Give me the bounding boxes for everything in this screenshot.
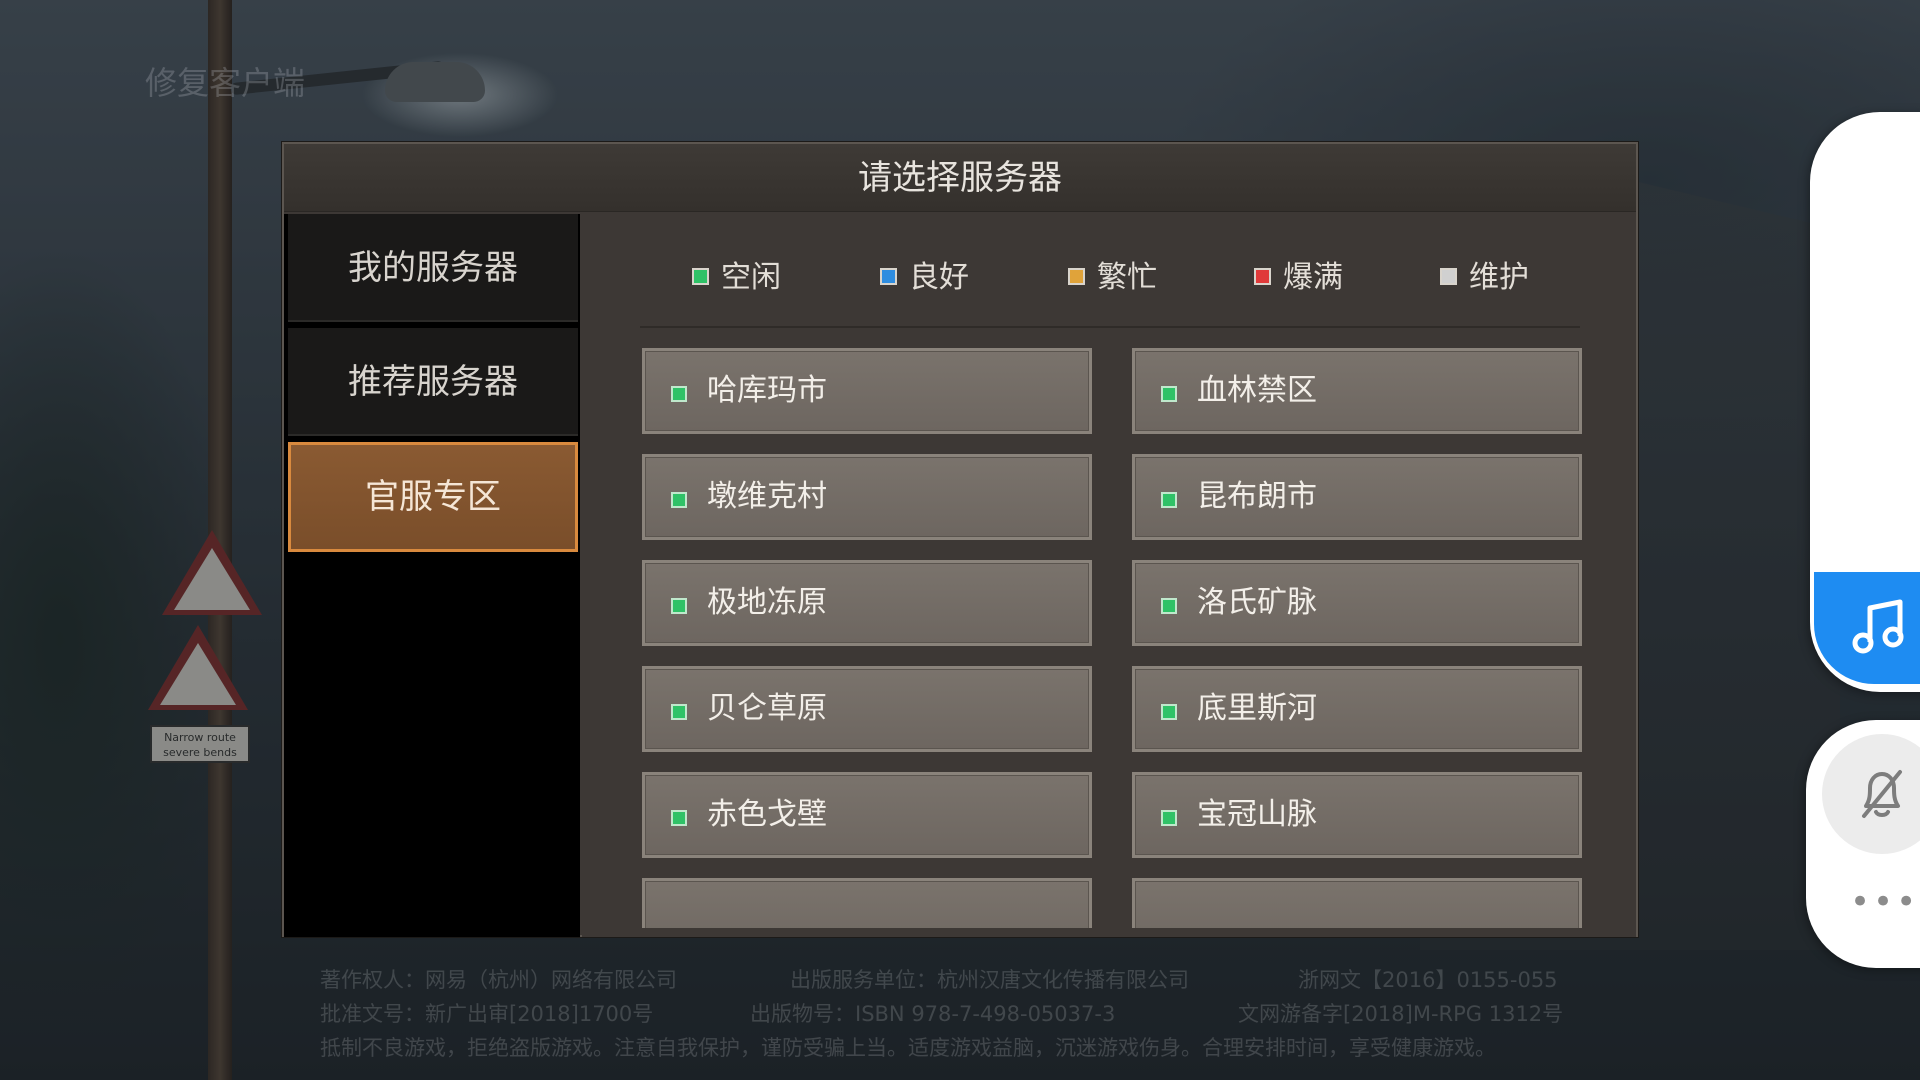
footer-health-notice: 抵制不良游戏，拒绝盗版游戏。注意自我保护，谨防受骗上当。适度游戏益脑，沉迷游戏伤… <box>320 1036 1496 1060</box>
server-name: 哈库玛市 <box>707 373 827 408</box>
server-button[interactable]: 底里斯河 <box>1132 666 1582 752</box>
idle-status-icon <box>1161 704 1177 720</box>
legend-full: 爆满 <box>1254 258 1343 298</box>
server-button[interactable]: 赤色戈壁 <box>642 772 1092 858</box>
more-dots-icon: ••• <box>1850 882 1920 922</box>
repair-client-link[interactable]: 修复客户端 <box>145 58 305 104</box>
legend-full-label: 爆满 <box>1283 260 1343 295</box>
idle-status-icon <box>1161 386 1177 402</box>
music-note-icon <box>1852 599 1904 654</box>
menu-my-servers[interactable]: 我的服务器 <box>288 214 578 322</box>
status-legend: 空闲 良好 繁忙 爆满 维护 <box>582 214 1636 340</box>
server-name: 贝仑草原 <box>707 691 827 726</box>
legal-footer: 著作权人：网易（杭州）网络有限公司 出版服务单位：杭州汉唐文化传播有限公司 浙网… <box>0 952 1920 1080</box>
legend-maintenance-label: 维护 <box>1469 260 1529 295</box>
good-status-icon <box>880 268 897 285</box>
idle-status-icon <box>671 386 687 402</box>
legend-busy: 繁忙 <box>1068 258 1157 298</box>
legend-idle-label: 空闲 <box>721 260 781 295</box>
legend-good: 良好 <box>880 258 969 298</box>
footer-copyright: 著作权人：网易（杭州）网络有限公司 <box>320 968 677 992</box>
server-button[interactable]: 宝冠山脉 <box>1132 772 1582 858</box>
full-status-icon <box>1254 268 1271 285</box>
dialog-title: 请选择服务器 <box>284 144 1636 212</box>
server-button[interactable]: 极地冻原 <box>642 560 1092 646</box>
footer-record: 文网游备字[2018]M-RPG 1312号 <box>1238 1002 1564 1026</box>
server-name: 墩维克村 <box>707 479 827 514</box>
server-name: 洛氏矿脉 <box>1197 585 1317 620</box>
footer-isbn: 出版物号：ISBN 978-7-498-05037-3 <box>750 1002 1116 1026</box>
busy-status-icon <box>1068 268 1085 285</box>
idle-status-icon <box>671 704 687 720</box>
server-button[interactable]: 哈库玛市 <box>642 348 1092 434</box>
idle-status-icon <box>1161 598 1177 614</box>
idle-status-icon <box>1161 810 1177 826</box>
idle-status-icon <box>671 492 687 508</box>
server-name: 昆布朗市 <box>1197 479 1317 514</box>
legend-idle: 空闲 <box>692 258 781 298</box>
server-name: 底里斯河 <box>1197 691 1317 726</box>
server-category-menu: 我的服务器 推荐服务器 官服专区 <box>284 214 580 937</box>
idle-status-icon <box>671 810 687 826</box>
server-button[interactable]: 墩维克村 <box>642 454 1092 540</box>
bell-off-icon <box>1862 770 1902 818</box>
more-options-button[interactable]: ••• <box>1850 885 1916 919</box>
legend-maintenance: 维护 <box>1440 258 1529 298</box>
menu-recommended-servers[interactable]: 推荐服务器 <box>288 328 578 436</box>
server-name: 血林禁区 <box>1197 373 1317 408</box>
server-name: 宝冠山脉 <box>1197 797 1317 832</box>
menu-official-servers[interactable]: 官服专区 <box>288 442 578 552</box>
server-button[interactable]: 贝仑草原 <box>642 666 1092 752</box>
legend-busy-label: 繁忙 <box>1097 260 1157 295</box>
idle-status-icon <box>671 598 687 614</box>
footer-approval: 批准文号：新广出审[2018]1700号 <box>320 1002 654 1026</box>
server-grid: 哈库玛市 血林禁区 墩维克村 昆布朗市 极地冻原 洛氏矿脉 贝仑草原 底里斯河 … <box>642 348 1582 928</box>
server-button-partial[interactable] <box>642 878 1092 928</box>
idle-status-icon <box>692 268 709 285</box>
server-button[interactable]: 血林禁区 <box>1132 348 1582 434</box>
maintenance-status-icon <box>1440 268 1457 285</box>
footer-license: 浙网文【2016】0155-055 <box>1298 968 1558 992</box>
idle-status-icon <box>1161 492 1177 508</box>
server-button-partial[interactable] <box>1132 878 1582 928</box>
server-name: 赤色戈壁 <box>707 797 827 832</box>
server-list-panel: 空闲 良好 繁忙 爆满 维护 哈库玛市 血林禁区 墩维克村 昆布朗市 极地冻原 … <box>582 214 1636 937</box>
server-select-dialog: 请选择服务器 我的服务器 推荐服务器 官服专区 空闲 良好 繁忙 爆满 维护 哈… <box>282 142 1638 937</box>
footer-publisher: 出版服务单位：杭州汉唐文化传播有限公司 <box>790 968 1189 992</box>
server-button[interactable]: 昆布朗市 <box>1132 454 1582 540</box>
server-name: 极地冻原 <box>707 585 827 620</box>
legend-divider <box>640 326 1580 328</box>
legend-good-label: 良好 <box>909 260 969 295</box>
server-button[interactable]: 洛氏矿脉 <box>1132 560 1582 646</box>
